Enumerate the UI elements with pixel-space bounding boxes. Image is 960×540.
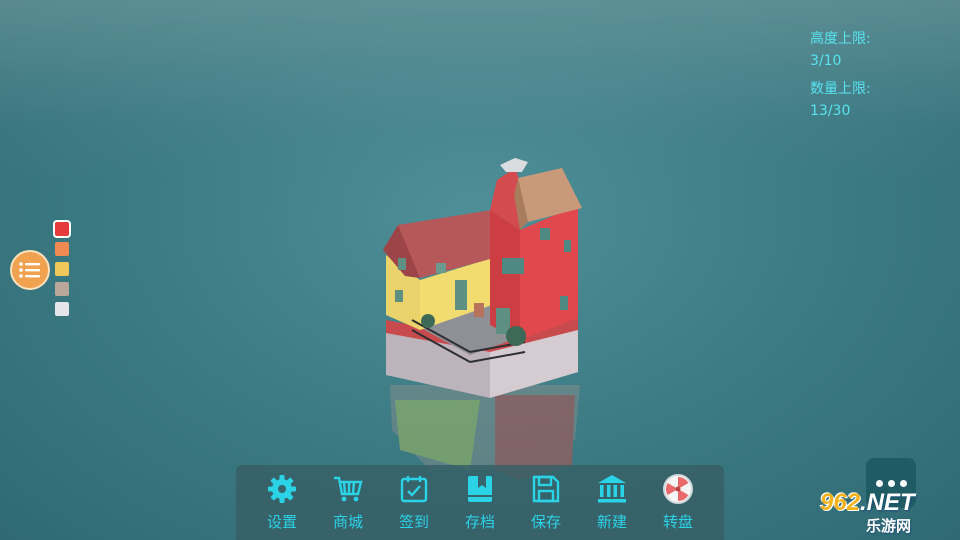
bush (506, 326, 526, 346)
watermark-brand: 962 (820, 489, 861, 516)
color-swatch-orange[interactable] (55, 242, 69, 256)
new-build-button[interactable]: 新建 (582, 465, 642, 540)
limits-panel: 高度上限: 3/10 数量上限: 13/30 (810, 28, 871, 122)
color-swatch-gray[interactable] (55, 282, 69, 296)
floppy-disk-icon (532, 475, 560, 503)
site-watermark: 962.NET 乐游网 (820, 489, 956, 535)
save-label: 保存 (530, 513, 561, 531)
height-limit-label: 高度上限: (810, 31, 871, 47)
bottom-toolbar: 设置 商城 签到 存档 保存 新建 转盘 (236, 465, 724, 540)
bush (421, 314, 435, 328)
color-swatch-red[interactable] (53, 220, 71, 238)
archive-button[interactable]: 存档 (450, 465, 510, 540)
bank-building-icon (598, 475, 626, 503)
spin-wheel-icon (663, 474, 693, 504)
settings-button[interactable]: 设置 (252, 465, 312, 540)
wheel-label: 转盘 (662, 513, 693, 531)
more-dot-icon (887, 479, 895, 487)
check-in-button[interactable]: 签到 (384, 465, 444, 540)
color-palette (53, 220, 71, 322)
chimney-pot (474, 303, 484, 317)
watermark-logo: 962.NET (820, 489, 915, 517)
count-limit-value: 13/30 (810, 103, 851, 119)
shopping-cart-icon (334, 476, 363, 502)
calendar-check-icon (400, 476, 428, 503)
red-tower (490, 158, 582, 340)
check-in-label: 签到 (398, 513, 429, 531)
archive-label: 存档 (464, 513, 495, 531)
settings-label: 设置 (266, 513, 297, 531)
new-build-label: 新建 (596, 513, 627, 531)
wheel-button[interactable]: 转盘 (648, 465, 708, 540)
height-limit-value: 3/10 (810, 53, 842, 69)
height-limit: 高度上限: 3/10 (810, 28, 871, 72)
gear-icon (268, 475, 296, 503)
shop-button[interactable]: 商城 (318, 465, 378, 540)
save-button[interactable]: 保存 (516, 465, 576, 540)
list-menu-button[interactable] (10, 250, 50, 290)
shop-label: 商城 (332, 513, 363, 531)
more-dot-icon (899, 479, 907, 487)
color-swatch-white[interactable] (55, 302, 69, 316)
watermark-subtitle: 乐游网 (866, 517, 912, 535)
color-swatch-yellow[interactable] (55, 262, 69, 276)
book-bookmark-icon (468, 476, 492, 502)
more-dot-icon (875, 479, 883, 487)
count-limit-label: 数量上限: (810, 81, 871, 97)
count-limit: 数量上限: 13/30 (810, 78, 871, 122)
list-icon (19, 262, 40, 278)
watermark-suffix: .NET (860, 489, 915, 516)
